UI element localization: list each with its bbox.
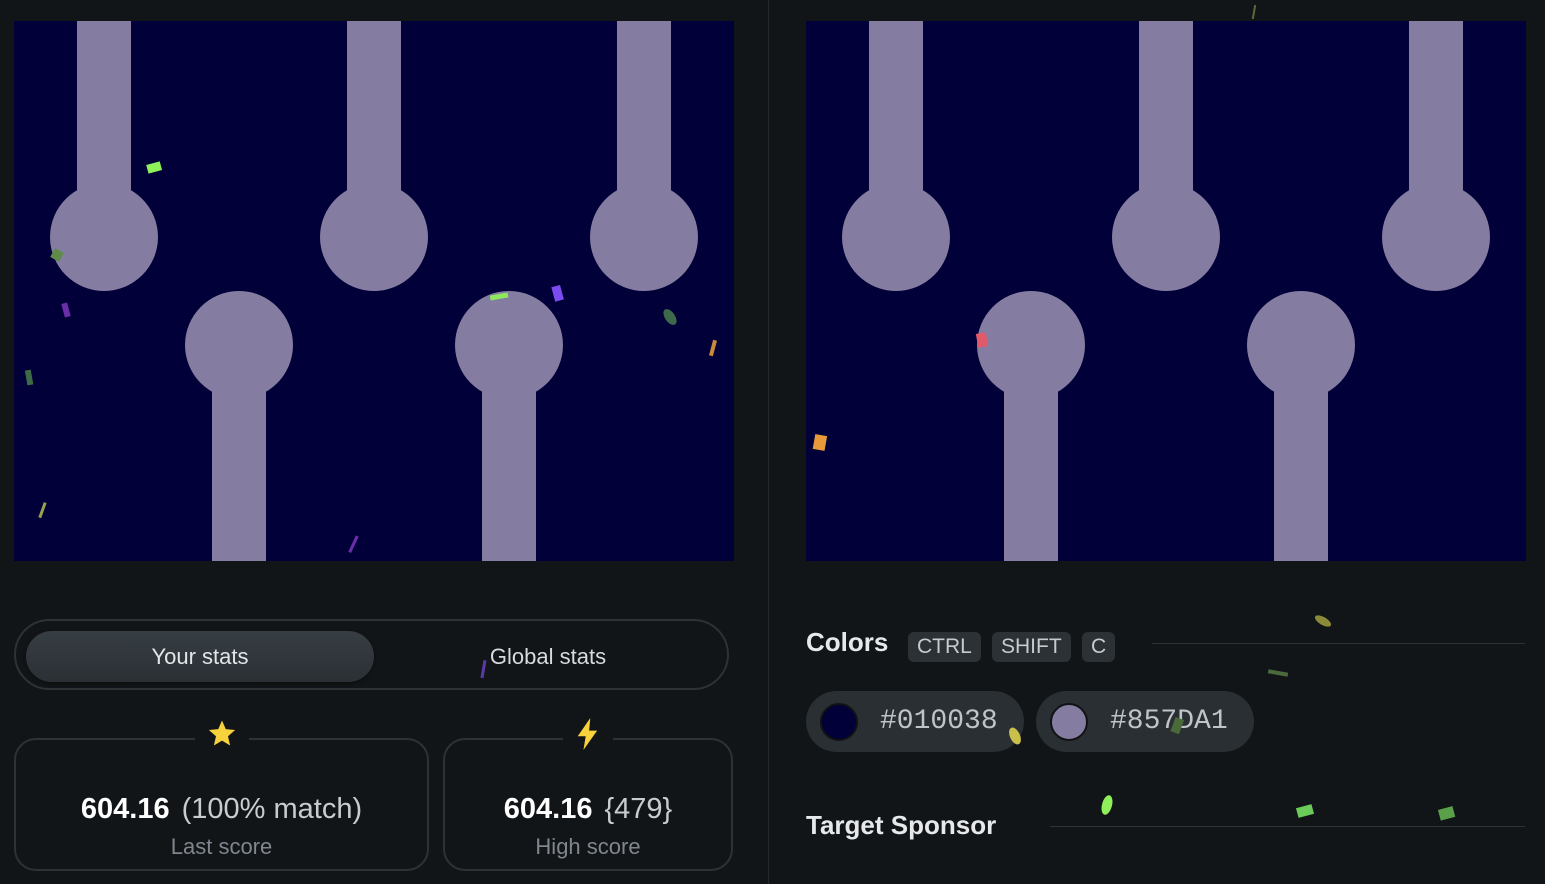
color-hex-code: #010038 [880, 706, 998, 737]
last-score-match: (100% match) [181, 793, 363, 825]
color-swatch-background[interactable]: #010038 [806, 691, 1024, 752]
bottom-stem-2 [482, 371, 536, 561]
last-score-label: Last score [170, 834, 273, 859]
shortcut-key-ctrl: CTRL [908, 632, 981, 662]
top-stem-1 [869, 21, 923, 211]
your-drawing-canvas[interactable] [14, 21, 734, 561]
high-score-label: High score [535, 834, 641, 859]
top-stem-1 [77, 21, 131, 211]
color-hex-code: #857DA1 [1110, 706, 1228, 737]
top-knob-2 [1112, 183, 1220, 291]
last-score-value: 604.16 [80, 793, 170, 825]
bottom-stem-1 [212, 371, 266, 561]
confetti-piece [1314, 615, 1332, 627]
shortcut-key-shift: SHIFT [992, 632, 1071, 662]
high-score-value: 604.16 [503, 793, 593, 825]
confetti-piece [1267, 669, 1289, 677]
colors-divider [1152, 643, 1525, 644]
top-stem-3 [617, 21, 671, 211]
lightning-icon [563, 718, 613, 761]
colors-title: Colors [806, 627, 889, 657]
bottom-stem-1 [1004, 371, 1058, 561]
high-score-card: 604.16 {479} High score [443, 718, 733, 871]
top-stem-2 [1139, 21, 1193, 211]
panel-divider [768, 0, 769, 884]
confetti-piece [1295, 804, 1315, 818]
star-icon [194, 718, 249, 759]
confetti-piece [1251, 4, 1257, 20]
color-swatch-shape[interactable]: #857DA1 [1036, 691, 1254, 752]
top-knob-1 [50, 183, 158, 291]
target-sponsor-title: Target Sponsor [806, 810, 997, 840]
top-knob-3 [590, 183, 698, 291]
stats-tabs: Your stats Global stats [14, 619, 729, 690]
high-score-rank: {479} [604, 793, 673, 825]
target-canvas [806, 21, 1526, 561]
high-score-line: 604.16 {479} [445, 793, 731, 826]
color-swatch-dot [1050, 702, 1088, 741]
tab-your-stats[interactable]: Your stats [26, 631, 374, 682]
confetti-piece [1101, 795, 1113, 815]
top-stem-2 [347, 21, 401, 211]
top-knob-2 [320, 183, 428, 291]
tab-global-stats[interactable]: Global stats [380, 631, 716, 682]
sponsor-divider [1050, 826, 1525, 827]
top-knob-1 [842, 183, 950, 291]
shortcut-key-c: C [1082, 632, 1116, 662]
last-score-card: 604.16 (100% match) Last score [14, 718, 429, 871]
color-swatch-dot [820, 702, 858, 741]
confetti-piece [1437, 806, 1456, 821]
top-knob-3 [1382, 183, 1490, 291]
last-score-line: 604.16 (100% match) [16, 793, 427, 826]
bottom-stem-2 [1274, 371, 1328, 561]
top-stem-3 [1409, 21, 1463, 211]
